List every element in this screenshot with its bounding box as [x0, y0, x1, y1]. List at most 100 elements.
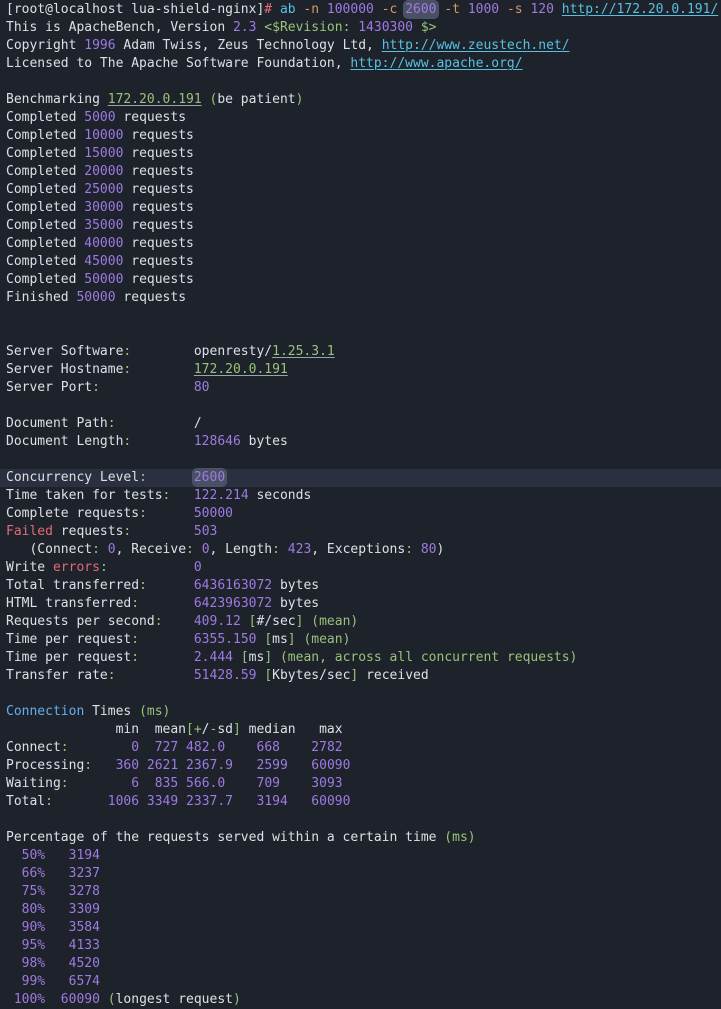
text-segment [147, 578, 194, 593]
blank-line [0, 397, 721, 415]
text-segment: 60090 [61, 992, 100, 1007]
text-segment: Percentage of the requests served within… [6, 830, 444, 845]
html-transferred-line: HTML transferred: 6423963072 bytes [0, 595, 721, 613]
text-segment: Total [6, 794, 45, 809]
flag-c: -c [382, 2, 398, 17]
text-segment: ] [264, 650, 272, 665]
text-segment: 2337.7 [186, 794, 233, 809]
text-segment: 100000 [327, 2, 374, 17]
text-segment: 2.3 [233, 20, 256, 35]
text-segment [233, 650, 241, 665]
terminal-window[interactable]: [root@localhost lua-shield-nginx]# ab -n… [0, 0, 721, 1009]
text-segment: (ms) [139, 704, 170, 719]
text-segment: Completed [6, 164, 84, 179]
time-per-request-concurrent-line: Time per request: 2.444 [ms] (mean, acro… [0, 649, 721, 667]
server-version: 1.25.3.1 [272, 344, 335, 359]
text-segment: 50% [22, 848, 45, 863]
percentile-row: 99% 6574 [0, 973, 721, 991]
text-segment: (mean) [311, 614, 358, 629]
text-segment [280, 740, 311, 755]
text-segment: 3093 [311, 776, 342, 791]
text-segment [225, 776, 256, 791]
text-segment: 3237 [69, 866, 100, 881]
text-segment: Requests per second [6, 614, 155, 629]
text-segment [178, 740, 186, 755]
text-segment [139, 794, 147, 809]
text-segment: : [45, 794, 53, 809]
text-segment: + [194, 722, 202, 737]
text-segment: Time per request [6, 632, 131, 647]
text-segment [45, 902, 68, 917]
text-segment: (ms) [444, 830, 475, 845]
text-segment: : [139, 506, 147, 521]
text-segment [45, 992, 61, 1007]
text-segment: Concurrency Level [6, 470, 139, 485]
flag-n: -n [303, 2, 319, 17]
server-software-line: Server Software: openresty/1.25.3.1 [0, 343, 721, 361]
text-segment [69, 740, 132, 755]
text-segment: 100% [14, 992, 45, 1007]
text-segment: 3309 [69, 902, 100, 917]
text-segment: 3194 [257, 794, 288, 809]
text-segment: Completed [6, 182, 84, 197]
text-segment: 50000 [76, 290, 115, 305]
time-per-request-line: Time per request: 6355.150 [ms] (mean) [0, 631, 721, 649]
text-segment: This is ApacheBench, Version [6, 20, 233, 35]
text-segment [108, 560, 194, 575]
text-segment: 709 [257, 776, 280, 791]
text-segment [413, 20, 421, 35]
match-2600-command: 2600 [405, 2, 436, 17]
text-segment: ms [249, 650, 265, 665]
command-name: ab [280, 2, 296, 17]
zeustech-url: http://www.zeustech.net/ [382, 38, 570, 53]
text-segment: 60090 [311, 758, 350, 773]
text-segment: 50000 [84, 272, 123, 287]
text-segment: , Length [210, 542, 273, 557]
text-segment: Failed [6, 524, 53, 539]
text-segment [170, 488, 193, 503]
failed-requests-line: Failed requests: 503 [0, 523, 721, 541]
progress-line: Completed 50000 requests [0, 271, 721, 289]
percentile-row: 90% 3584 [0, 919, 721, 937]
text-segment: ( [108, 992, 116, 1007]
text-segment: 4133 [69, 938, 100, 953]
text-segment: Document Path [6, 416, 108, 431]
text-segment: 3349 [147, 794, 178, 809]
text-segment [139, 740, 155, 755]
text-segment [45, 974, 68, 989]
text-segment: 1430300 [358, 20, 413, 35]
text-segment: 66% [22, 866, 45, 881]
text-segment: requests [116, 110, 186, 125]
text-segment: Time taken for tests [6, 488, 163, 503]
text-segment: 80% [22, 902, 45, 917]
text-segment: bytes [272, 578, 319, 593]
text-segment: requests [123, 164, 193, 179]
text-segment: Adam Twiss, Zeus Technology Ltd, [116, 38, 382, 53]
progress-line: Completed 25000 requests [0, 181, 721, 199]
blank-line [0, 307, 721, 325]
text-segment: 6574 [69, 974, 100, 989]
text-segment: 90% [22, 920, 45, 935]
transfer-rate-line: Transfer rate: 51428.59 [Kbytes/sec] rec… [0, 667, 721, 685]
total-row: Total: 1006 3349 2337.7 3194 60090 [0, 793, 721, 811]
text-segment: HTML transferred [6, 596, 131, 611]
text-segment [6, 938, 22, 953]
text-segment: #/sec [256, 614, 295, 629]
progress-line: Completed 10000 requests [0, 127, 721, 145]
connection-times-columns: min mean[+/-sd] median max [0, 721, 721, 739]
text-segment: 122.214 [194, 488, 249, 503]
text-segment: Completed [6, 254, 84, 269]
text-segment: / [202, 722, 210, 737]
blank-line [0, 451, 721, 469]
text-segment: Connection [6, 704, 84, 719]
text-segment: Kbytes/sec [272, 668, 350, 683]
text-segment: [ [241, 650, 249, 665]
text-segment: : [139, 578, 147, 593]
text-segment: 409.12 [194, 614, 241, 629]
percentile-row: 95% 4133 [0, 937, 721, 955]
failed-breakdown-line: (Connect: 0, Receive: 0, Length: 423, Ex… [0, 541, 721, 559]
text-segment: requests [123, 182, 193, 197]
text-segment: 503 [194, 524, 217, 539]
text-segment: 3278 [69, 884, 100, 899]
text-segment: min mean [6, 722, 186, 737]
